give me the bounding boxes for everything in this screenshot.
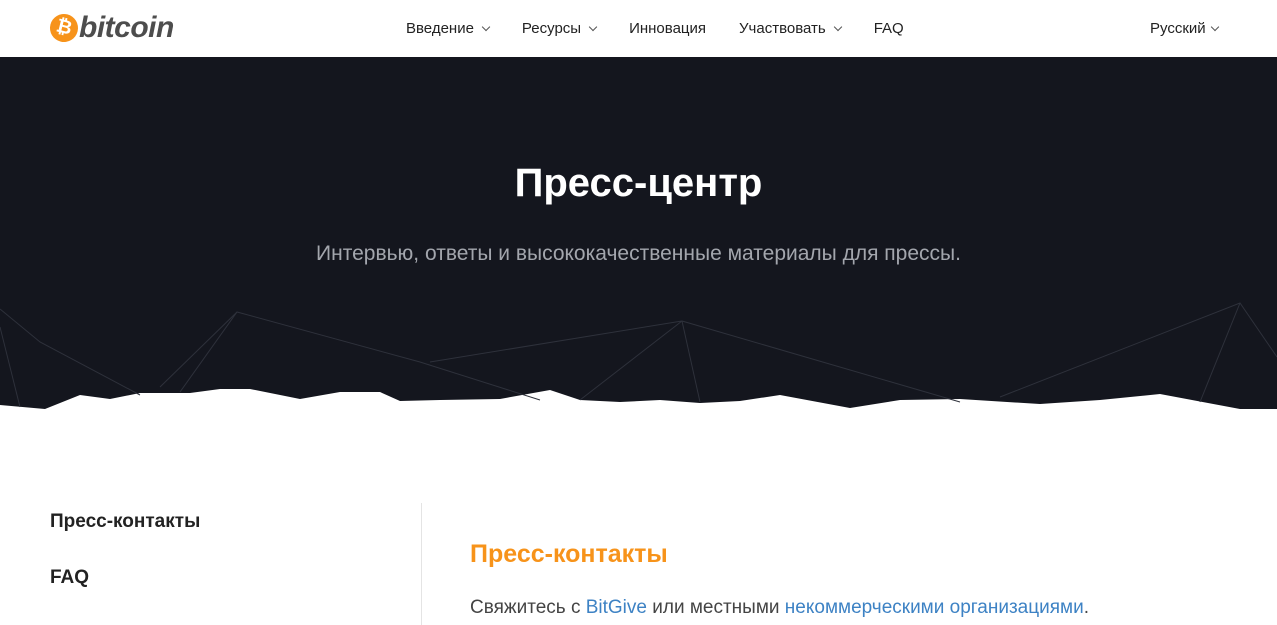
page-title: Пресс-центр	[514, 161, 763, 205]
nav-item-label: Ресурсы	[521, 20, 582, 37]
nav-item-innovation[interactable]: Инновация	[629, 20, 706, 37]
nav-item-label: Инновация	[629, 20, 707, 37]
text-prefix: Свяжитесь с	[470, 597, 586, 618]
section-title: Пресс-контакты	[470, 540, 668, 568]
bitcoin-logo[interactable]: ₿ bitcoin	[47, 11, 174, 45]
page-subtitle: Интервью, ответы и высококачественные ма…	[316, 242, 961, 265]
nav-item-intro[interactable]: Введение	[406, 20, 491, 37]
nav-item-resources[interactable]: Ресурсы	[521, 20, 598, 37]
section-text: Свяжитесь с BitGive или местными некомме…	[470, 597, 1250, 619]
nav-item-faq[interactable]: FAQ	[874, 20, 904, 37]
nav-item-label: FAQ	[873, 20, 904, 37]
sidebar-nav: Пресс-контакты FAQ	[50, 503, 422, 625]
bitcoin-coin-icon: ₿	[47, 11, 81, 45]
chevron-down-icon	[588, 22, 598, 31]
language-label: Русский	[1150, 20, 1206, 37]
nav-item-label: Участвовать	[739, 20, 826, 37]
hero-background-mountains	[0, 57, 1277, 409]
logo-text: bitcoin	[79, 11, 174, 44]
nonprofits-link[interactable]: некоммерческими организациями	[785, 597, 1084, 618]
sidebar-item-press-contacts[interactable]: Пресс-контакты	[50, 511, 200, 533]
chevron-down-icon	[481, 22, 491, 31]
main-content: Пресс-контакты Свяжитесь с BitGive или м…	[470, 540, 1250, 619]
bitgive-link[interactable]: BitGive	[586, 597, 647, 618]
language-selector[interactable]: Русский	[1150, 0, 1219, 57]
chevron-down-icon	[1210, 22, 1219, 31]
text-middle: или местными	[646, 597, 785, 618]
sidebar-item-faq[interactable]: FAQ	[50, 567, 89, 589]
chevron-down-icon	[833, 22, 842, 31]
nav-item-label: Введение	[406, 20, 474, 37]
main-nav: Введение Ресурсы Инновация Участвовать F…	[406, 0, 937, 57]
nav-item-participate[interactable]: Участвовать	[739, 20, 842, 37]
site-header: ₿ bitcoin Введение Ресурсы Инновация Уча…	[0, 0, 1277, 57]
hero-banner: Пресс-центр Интервью, ответы и высококач…	[0, 57, 1277, 412]
text-suffix: .	[1083, 597, 1089, 618]
